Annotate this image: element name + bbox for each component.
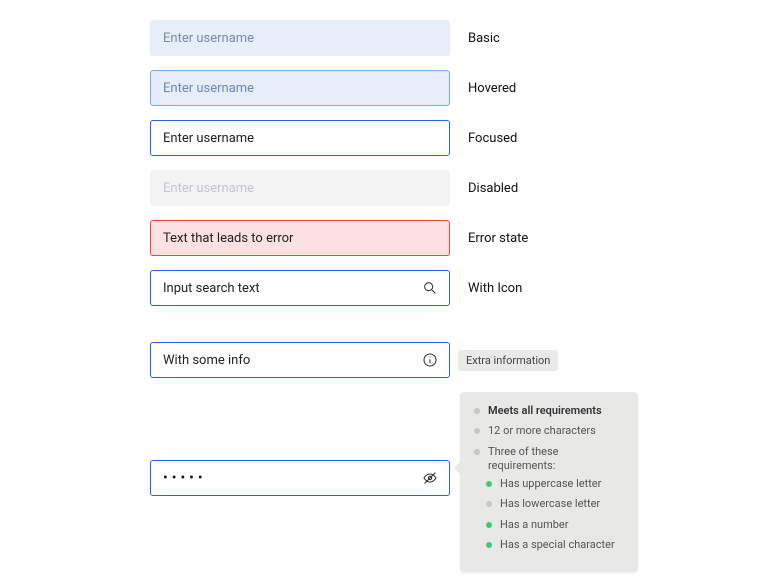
req-three-of: Three of these requirements: [474,445,624,474]
state-label: Hovered [468,81,516,96]
row-error: Text that leads to error Error state [150,220,710,256]
req-special: Has a special character [486,538,624,552]
row-focused: Enter username Focused [150,120,710,156]
placeholder-text: Enter username [163,81,254,96]
password-masked: ••••• [163,470,207,486]
bullet-dot [474,408,480,414]
input-password[interactable]: ••••• [150,460,450,496]
state-label: Error state [468,231,528,246]
placeholder-text: Enter username [163,31,254,46]
bullet-dot-met [486,522,492,528]
search-icon[interactable] [421,279,439,297]
req-number: Has a number [486,518,624,532]
state-label: Focused [468,131,517,146]
password-requirements-panel: Meets all requirements 12 or more charac… [460,392,638,572]
input-disabled: Enter username [150,170,450,206]
placeholder-text: With some info [163,353,250,368]
bullet-dot-met [486,542,492,548]
input-focused[interactable]: Enter username [150,120,450,156]
input-error[interactable]: Text that leads to error [150,220,450,256]
bullet-dot [474,449,480,455]
input-basic[interactable]: Enter username [150,20,450,56]
bullet-dot-met [486,481,492,487]
bullet-dot [486,501,492,507]
state-label: Basic [468,31,500,46]
row-with-icon: Input search text With Icon [150,270,710,306]
bullet-dot [474,428,480,434]
placeholder-text: Enter username [163,131,254,146]
req-lowercase: Has lowercase letter [486,497,624,511]
row-with-info: With some info Extra information [150,342,710,378]
input-search[interactable]: Input search text [150,270,450,306]
placeholder-text: Input search text [163,281,260,296]
row-hovered: Enter username Hovered [150,70,710,106]
req-uppercase: Has uppercase letter [486,477,624,491]
req-title: Meets all requirements [474,404,624,418]
visibility-off-icon[interactable] [421,469,439,487]
input-with-info[interactable]: With some info [150,342,450,378]
placeholder-text: Enter username [163,181,254,196]
req-length: 12 or more characters [474,424,624,438]
info-icon[interactable] [421,351,439,369]
input-hovered[interactable]: Enter username [150,70,450,106]
input-value: Text that leads to error [163,231,293,246]
state-label: With Icon [468,281,522,296]
info-tooltip: Extra information [458,350,558,371]
row-basic: Enter username Basic [150,20,710,56]
row-disabled: Enter username Disabled [150,170,710,206]
state-label: Disabled [468,181,518,196]
